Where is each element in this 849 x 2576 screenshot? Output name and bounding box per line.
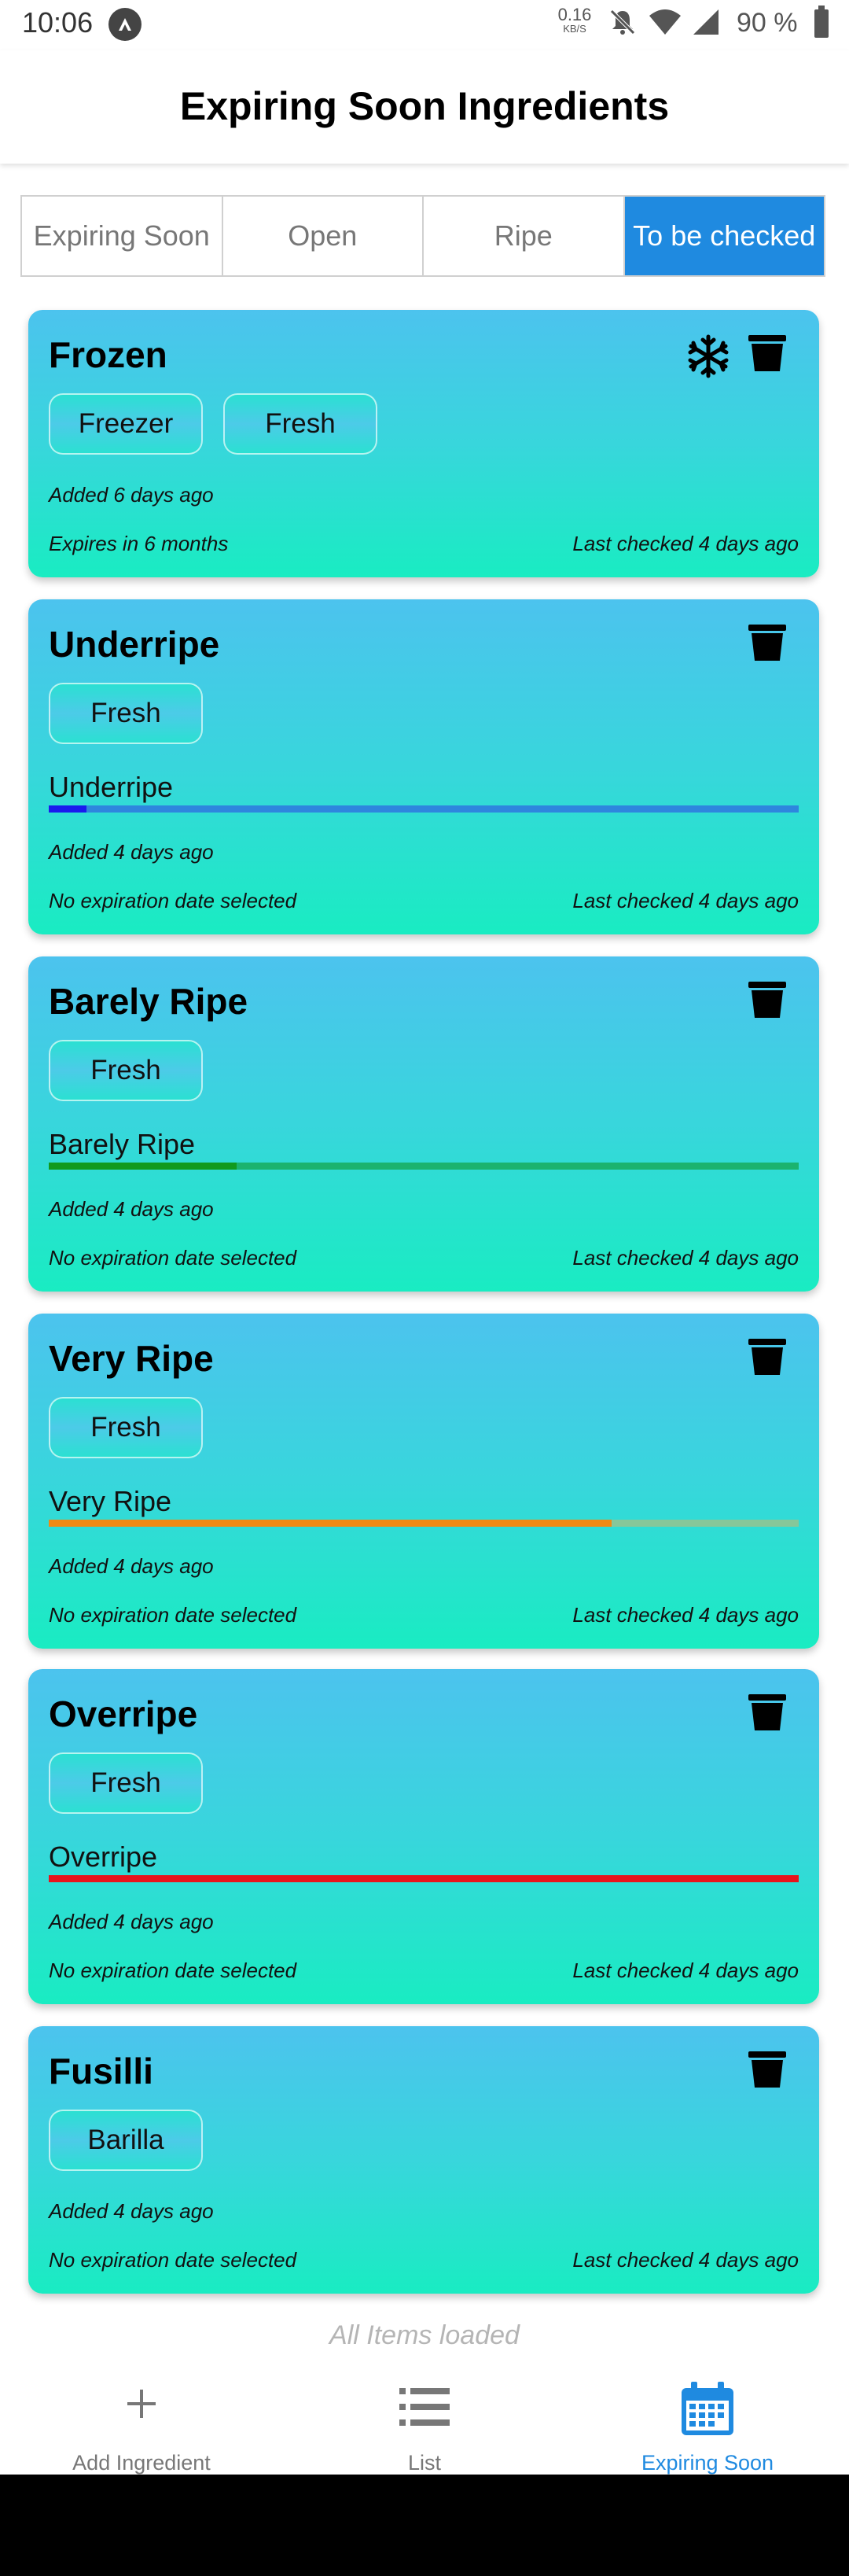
ingredient-name: Frozen: [49, 334, 167, 375]
ingredient-card[interactable]: Very Ripe Fresh Very Ripe Added 4 days a…: [28, 1314, 819, 1649]
last-checked: Last checked 4 days ago: [572, 1603, 799, 1627]
last-checked: Last checked 4 days ago: [572, 1959, 799, 1982]
app-notification-icon: [108, 8, 142, 41]
ripeness-bar: [49, 1875, 799, 1882]
ripeness-bar: [49, 1163, 799, 1170]
nav-expiring-soon[interactable]: Expiring Soon: [566, 2358, 849, 2475]
expiry-text: Expires in 6 months: [49, 532, 229, 555]
ingredient-name: Fusilli: [49, 2051, 153, 2091]
network-speed: 0.16 KB/S: [557, 5, 592, 35]
ingredient-card[interactable]: Barely Ripe Fresh Barely Ripe Added 4 da…: [28, 956, 819, 1292]
ingredient-name: Barely Ripe: [49, 981, 248, 1022]
ripeness-label: Very Ripe: [49, 1485, 172, 1517]
added-date: Added 4 days ago: [49, 840, 214, 864]
delete-icon[interactable]: [747, 1693, 788, 1732]
ingredient-card[interactable]: Frozen Freezer Fresh Added 6 days ago Ex…: [28, 310, 819, 577]
mute-bell-icon: [610, 9, 635, 35]
ripeness-bar-fill: [49, 1163, 237, 1170]
last-checked: Last checked 4 days ago: [572, 1246, 799, 1270]
status-bar: 10:06 0.16 KB/S 90 %: [0, 0, 849, 50]
page-title: Expiring Soon Ingredients: [179, 84, 670, 128]
expiry-text: No expiration date selected: [49, 1246, 297, 1270]
ingredient-name: Very Ripe: [49, 1338, 214, 1379]
added-date: Added 6 days ago: [49, 483, 214, 507]
battery-percent: 90 %: [737, 8, 798, 38]
plus-icon: [127, 2390, 156, 2418]
list-icon: [399, 2388, 450, 2426]
tab-to-be-checked[interactable]: To be checked: [624, 197, 824, 275]
last-checked: Last checked 4 days ago: [572, 2248, 799, 2272]
signal-icon: [693, 9, 719, 35]
calendar-icon: [682, 2382, 733, 2435]
ripeness-label: Underripe: [49, 771, 174, 803]
added-date: Added 4 days ago: [49, 1910, 214, 1933]
ripeness-bar-fill: [49, 805, 86, 813]
expiry-text: No expiration date selected: [49, 2248, 297, 2272]
status-time: 10:06: [22, 6, 94, 39]
ripeness-bar: [49, 1520, 799, 1527]
app-header: Expiring Soon Ingredients: [0, 50, 849, 164]
tag-chip[interactable]: Fresh: [49, 1752, 203, 1814]
nav-add-ingredient[interactable]: Add Ingredient: [0, 2358, 283, 2475]
nav-label: List: [407, 2451, 442, 2475]
ripeness-bar: [49, 805, 799, 813]
tag-chip[interactable]: Fresh: [49, 1397, 203, 1458]
ripeness-label: Overripe: [49, 1841, 158, 1873]
expiry-text: No expiration date selected: [49, 1959, 297, 1982]
ingredient-name: Overripe: [49, 1693, 198, 1734]
delete-icon[interactable]: [747, 2050, 788, 2089]
expiry-text: No expiration date selected: [49, 1603, 297, 1627]
filter-tabs: Expiring Soon Open Ripe To be checked: [20, 195, 825, 277]
ripeness-label: Barely Ripe: [49, 1128, 196, 1160]
added-date: Added 4 days ago: [49, 1554, 214, 1578]
battery-icon: [814, 6, 829, 38]
tag-chip[interactable]: Fresh: [223, 393, 377, 455]
delete-icon[interactable]: [747, 334, 788, 373]
tab-ripe[interactable]: Ripe: [424, 197, 625, 275]
nav-list[interactable]: List: [283, 2358, 566, 2475]
ingredient-card[interactable]: Underripe Fresh Underripe Added 4 days a…: [28, 599, 819, 934]
ingredient-name: Underripe: [49, 624, 220, 665]
delete-icon[interactable]: [747, 1337, 788, 1376]
ripeness-bar-fill: [49, 1875, 799, 1882]
last-checked: Last checked 4 days ago: [572, 532, 799, 555]
ingredient-card[interactable]: Overripe Fresh Overripe Added 4 days ago…: [28, 1669, 819, 2004]
nav-label: Add Ingredient: [72, 2451, 211, 2475]
ingredient-card[interactable]: Fusilli Barilla Added 4 days ago No expi…: [28, 2026, 819, 2294]
expiry-text: No expiration date selected: [49, 889, 297, 912]
all-items-loaded-text: All Items loaded: [329, 2320, 520, 2350]
tab-expiring-soon[interactable]: Expiring Soon: [22, 197, 223, 275]
bottom-navigation: Add Ingredient List Expiring Soon: [0, 2358, 849, 2475]
tag-chip[interactable]: Fresh: [49, 1040, 203, 1101]
ripeness-bar-fill: [49, 1520, 612, 1527]
nav-label: Expiring Soon: [641, 2451, 774, 2475]
delete-icon[interactable]: [747, 980, 788, 1019]
tag-chip[interactable]: Freezer: [49, 393, 203, 455]
wifi-icon: [649, 9, 681, 35]
last-checked: Last checked 4 days ago: [572, 889, 799, 912]
tab-open[interactable]: Open: [223, 197, 424, 275]
system-navigation-bar: [0, 2475, 849, 2576]
snowflake-icon: [688, 334, 729, 378]
added-date: Added 4 days ago: [49, 1197, 214, 1221]
added-date: Added 4 days ago: [49, 2199, 214, 2223]
tag-chip[interactable]: Barilla: [49, 2110, 203, 2171]
delete-icon[interactable]: [747, 623, 788, 662]
tag-chip[interactable]: Fresh: [49, 683, 203, 744]
